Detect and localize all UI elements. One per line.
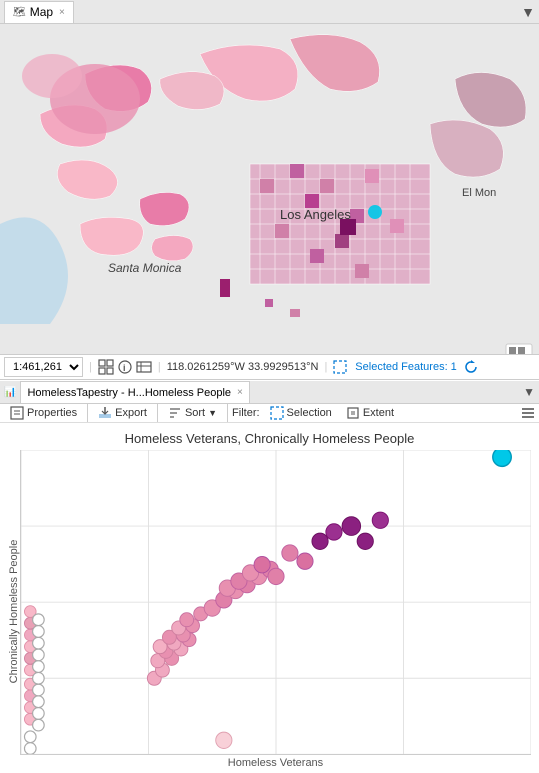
expand-icon[interactable]: ▼	[523, 385, 535, 399]
extent-button[interactable]: Extent	[340, 404, 400, 422]
bottom-section: 📊 HomelessTapestry - H...Homeless People…	[0, 380, 539, 750]
map-tab-bar: 🗺 Map × ▼	[0, 0, 539, 24]
selection-button[interactable]: Selection	[264, 404, 338, 422]
divider1: |	[89, 361, 92, 373]
divider2: |	[158, 361, 161, 373]
table-icon-small: 📊	[4, 387, 16, 398]
y-axis-label: Chronically Homeless People	[8, 450, 20, 773]
map-svg: Santa Monica Los Angeles El Mon	[0, 24, 539, 354]
map-tools-icons: i	[98, 359, 152, 375]
map-view[interactable]: Santa Monica Los Angeles El Mon	[0, 24, 539, 354]
export-button[interactable]: Export	[92, 404, 153, 422]
svg-text:i: i	[123, 363, 126, 373]
table-tab-close[interactable]: ×	[237, 387, 243, 398]
x-axis-label: Homeless Veterans	[20, 755, 531, 773]
grid-icon[interactable]	[98, 359, 114, 375]
table-tab[interactable]: HomelessTapestry - H...Homeless People ×	[20, 381, 249, 403]
divider3: |	[324, 361, 327, 373]
sort-icon	[168, 406, 182, 420]
chart-inner: 1000 100 10 1 1 10	[20, 450, 531, 755]
coordinates: 118.0261259°W 33.9929513°N	[167, 361, 319, 373]
column-settings-icon[interactable]	[521, 406, 535, 420]
properties-icon	[10, 406, 24, 420]
svg-text:Los Angeles: Los Angeles	[280, 207, 351, 222]
map-tab[interactable]: 🗺 Map ×	[4, 1, 74, 23]
scale-selector[interactable]: 1:461,261	[4, 357, 83, 377]
properties-button[interactable]: Properties	[4, 404, 83, 422]
chart-title: Homeless Veterans, Chronically Homeless …	[8, 431, 531, 446]
sep1	[87, 404, 88, 422]
sep2	[157, 404, 158, 422]
toolbar-right	[521, 406, 535, 420]
refresh-icon[interactable]	[463, 359, 479, 375]
map-tab-label: Map	[30, 5, 53, 19]
sep3	[227, 404, 228, 422]
extent-label: Extent	[363, 407, 394, 419]
tab-bar-pin[interactable]: ▼	[521, 4, 535, 20]
sort-chevron: ▼	[208, 408, 217, 418]
status-bar: 1:461,261 | i | 118.0261259°W 33.9929513…	[0, 354, 539, 380]
filter-label: Filter:	[232, 407, 260, 419]
selection-filter-icon	[270, 406, 284, 420]
properties-label: Properties	[27, 407, 77, 419]
chart-svg: 1000 100 10 1 1 10	[21, 450, 531, 754]
export-label: Export	[115, 407, 147, 419]
identify-icon[interactable]: i	[117, 359, 133, 375]
map-tab-close[interactable]: ×	[59, 7, 65, 18]
map-icon: 🗺	[13, 7, 26, 18]
extent-icon	[346, 406, 360, 420]
selection-label: Selection	[287, 407, 332, 419]
sort-button[interactable]: Sort ▼	[162, 404, 223, 422]
table-icon[interactable]	[136, 359, 152, 375]
selection-icon	[333, 360, 347, 374]
table-tab-bar: 📊 HomelessTapestry - H...Homeless People…	[0, 381, 539, 404]
table-tab-label: HomelessTapestry - H...Homeless People	[27, 387, 231, 399]
svg-text:Santa Monica: Santa Monica	[108, 261, 182, 275]
chart-plot-area: 1000 100 10 1 1 10	[20, 450, 531, 773]
chart-toolbar: Properties Export Sort ▼ Filter: Selecti…	[0, 404, 539, 423]
selected-features-label: Selected Features: 1	[355, 361, 457, 373]
sort-label: Sort	[185, 407, 205, 419]
chart-container: Chronically Homeless People 1000 1	[8, 450, 531, 773]
table-tab-right: ▼	[523, 385, 535, 399]
svg-text:El Mon: El Mon	[462, 187, 496, 199]
export-icon	[98, 406, 112, 420]
chart-area: Homeless Veterans, Chronically Homeless …	[0, 423, 539, 773]
